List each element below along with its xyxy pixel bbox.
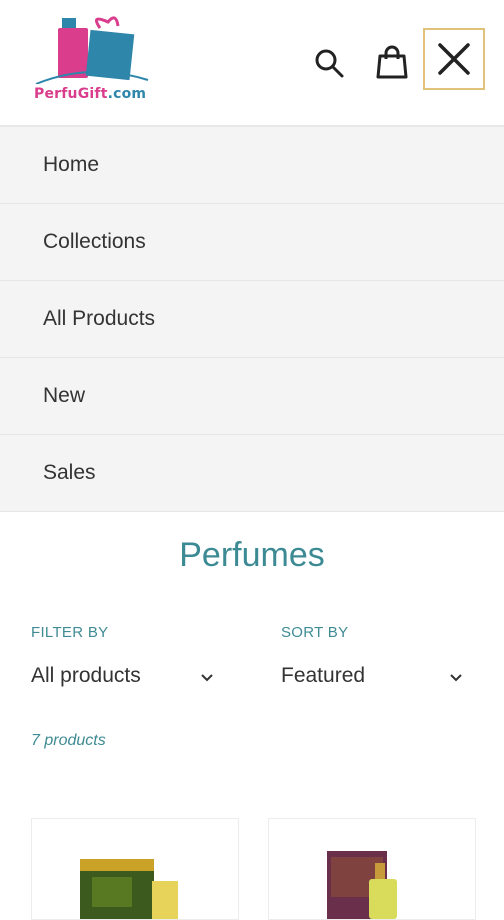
nav-item-label: New <box>43 384 86 407</box>
product-card[interactable] <box>31 818 239 920</box>
sort-select[interactable]: Featured <box>281 664 365 688</box>
brand-name: PerfuGift <box>34 86 108 102</box>
logo-gift-graphic <box>35 16 149 85</box>
nav-item-label: Sales <box>43 461 96 484</box>
cart-button[interactable] <box>372 42 412 82</box>
brand-domain: .com <box>107 86 147 102</box>
filter-select[interactable]: All products <box>31 664 141 688</box>
sort-label: SORT BY <box>281 624 349 641</box>
site-header: PerfuGift.com <box>0 0 504 127</box>
nav-item-label: All Products <box>43 307 156 330</box>
nav-item-sales[interactable]: Sales <box>0 435 504 512</box>
close-menu-button[interactable] <box>423 28 485 90</box>
mobile-nav-menu: Home Collections All Products New Sales <box>0 127 504 512</box>
product-image <box>327 851 397 919</box>
nav-item-home[interactable]: Home <box>0 127 504 204</box>
filter-value: All products <box>31 664 141 687</box>
nav-item-label: Collections <box>43 230 146 253</box>
filter-label: FILTER BY <box>31 624 109 641</box>
product-image <box>80 859 178 919</box>
product-count: 7 products <box>31 732 106 749</box>
close-icon <box>438 43 470 75</box>
page-title: Perfumes <box>179 536 325 574</box>
chevron-down-icon <box>201 674 213 682</box>
nav-item-collections[interactable]: Collections <box>0 204 504 281</box>
nav-item-new[interactable]: New <box>0 358 504 435</box>
search-icon <box>315 49 344 78</box>
brand-wordmark: PerfuGift.com <box>34 86 146 102</box>
product-card[interactable] <box>268 818 476 920</box>
chevron-down-icon <box>450 674 462 682</box>
search-button[interactable] <box>310 44 348 82</box>
shopping-bag-icon <box>376 45 408 79</box>
brand-logo[interactable]: PerfuGift.com <box>30 14 155 109</box>
nav-item-all-products[interactable]: All Products <box>0 281 504 358</box>
sort-value: Featured <box>281 664 366 687</box>
nav-item-label: Home <box>43 153 100 176</box>
